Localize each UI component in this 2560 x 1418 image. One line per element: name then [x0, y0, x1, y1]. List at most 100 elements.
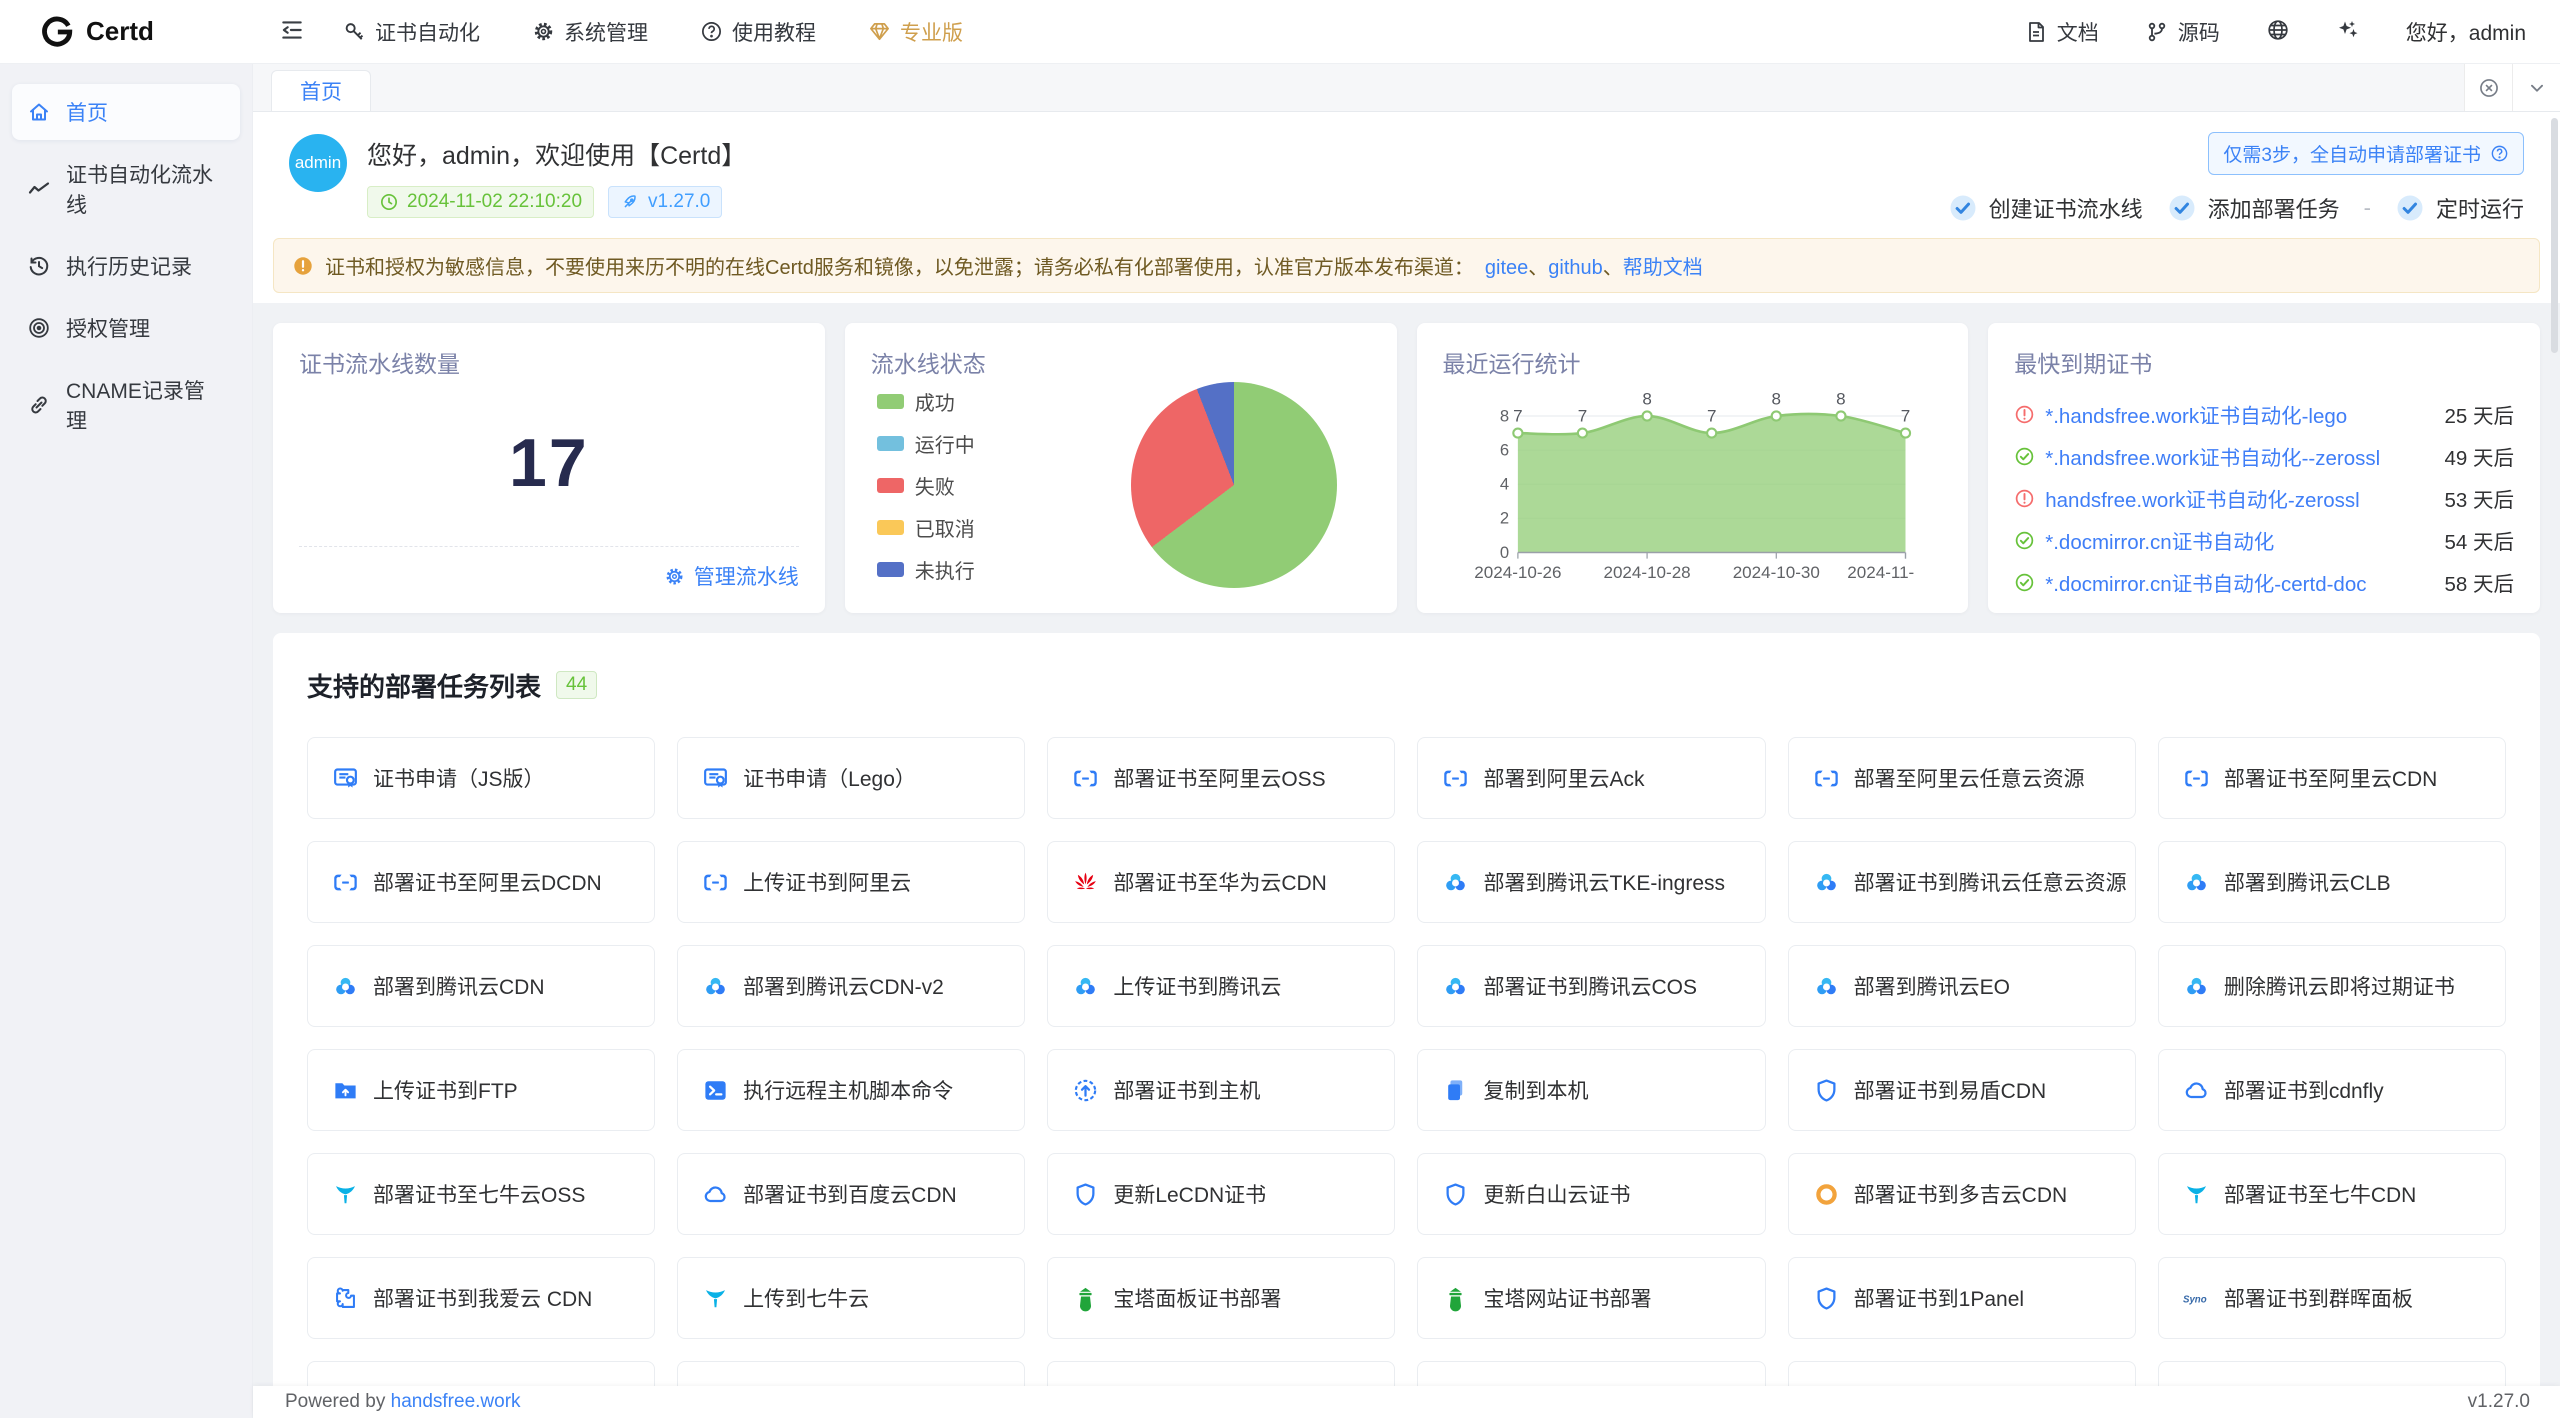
task-card[interactable]: 部署证书到腾讯云COS [1417, 945, 1765, 1027]
aliyun-icon [1813, 765, 1840, 792]
terminal-icon [702, 1077, 729, 1104]
svg-text:7: 7 [1577, 407, 1586, 426]
tencent-icon [1813, 869, 1840, 896]
manage-pipelines-link[interactable]: 管理流水线 [664, 561, 799, 591]
task-card[interactable]: 部署证书至阿里云DCDN [307, 841, 655, 923]
nav-item-pro[interactable]: 专业版 [868, 17, 963, 47]
task-card[interactable]: 部署证书到我爱云 CDN [307, 1257, 655, 1339]
top-link-branch[interactable]: 源码 [2145, 17, 2220, 47]
task-card[interactable]: 部署到腾讯云EO [1788, 945, 2136, 1027]
task-card[interactable]: 部署到阿里云Ack [1417, 737, 1765, 819]
sparkles-button[interactable] [2336, 18, 2360, 45]
alert-link-github[interactable]: github [1548, 257, 1603, 279]
task-card[interactable]: 部署证书到腾讯云任意云资源 [1788, 841, 2136, 923]
task-card[interactable]: 部署证书至七牛云OSS [307, 1153, 655, 1235]
task-card[interactable]: 上传证书到腾讯云 [1047, 945, 1395, 1027]
sidebar-item-trend[interactable]: 证书自动化流水线 [12, 146, 240, 232]
tab-menu-button[interactable] [2512, 64, 2560, 111]
sidebar-item-history[interactable]: 执行历史记录 [12, 238, 240, 294]
task-card[interactable]: 部署证书到1Panel [1788, 1257, 2136, 1339]
task-card[interactable]: 删除腾讯云即将过期证书 [2158, 945, 2506, 1027]
tab-home[interactable]: 首页 [271, 70, 371, 111]
task-card[interactable]: 部署到腾讯云CDN-v2 [677, 945, 1025, 1027]
task-card[interactable]: 宝塔网站证书部署 [1417, 1257, 1765, 1339]
certd-app: Certd 证书自动化系统管理使用教程专业版 文档源码您好，admin 首页证书… [0, 0, 2560, 1418]
task-card[interactable]: 部署到腾讯云CDN [307, 945, 655, 1027]
nav-item-label: 专业版 [900, 17, 963, 47]
sidebar-item-link[interactable]: CNAME记录管理 [12, 362, 240, 448]
cloud-icon [702, 1181, 729, 1208]
task-card[interactable]: 上传证书到阿里云 [677, 841, 1025, 923]
task-card[interactable]: 部署证书至华为云CDN [1047, 841, 1395, 923]
collapse-menu-icon [279, 17, 305, 43]
brand[interactable]: Certd [0, 15, 253, 49]
task-card[interactable]: 上传到七牛云 [677, 1257, 1025, 1339]
task-card[interactable]: Syno部署证书到群晖面板 [2158, 1257, 2506, 1339]
expiring-cert-link[interactable]: *.docmirror.cn证书自动化-certd-doc [2045, 567, 2426, 597]
auto-deploy-steps-button[interactable]: 仅需3步，全自动申请部署证书 [2208, 132, 2524, 175]
expiring-cert-link[interactable]: *.docmirror.cn证书自动化 [2045, 525, 2426, 555]
check-circle-icon [2167, 193, 2197, 223]
aliyun-icon [1072, 765, 1099, 792]
handsfree-link[interactable]: handsfree.work [391, 1391, 521, 1412]
sidebar-item-target[interactable]: 授权管理 [12, 300, 240, 356]
legend-item-0[interactable]: 成功 [877, 387, 975, 416]
task-card[interactable]: 上传证书到FTP [307, 1049, 655, 1131]
task-card[interactable]: 部署证书到多吉云CDN [1788, 1153, 2136, 1235]
task-card-label: 宝塔网站证书部署 [1483, 1283, 1659, 1313]
nav-item-gear[interactable]: 系统管理 [532, 17, 648, 47]
expiring-cert-days: 25 天后 [2445, 399, 2515, 429]
nav-item-label: 使用教程 [732, 17, 816, 47]
sidebar-item-home[interactable]: 首页 [12, 84, 240, 140]
task-card[interactable]: 部署证书到百度云CDN [677, 1153, 1025, 1235]
legend-item-4[interactable]: 未执行 [877, 555, 975, 584]
task-card[interactable]: 部署证书到cdnfly [2158, 1049, 2506, 1131]
task-card[interactable]: 执行远程主机脚本命令 [677, 1049, 1025, 1131]
expiring-cert-link[interactable]: *.handsfree.work证书自动化-lego [2045, 399, 2426, 429]
clock-icon [379, 192, 399, 212]
task-card[interactable]: 更新白山云证书 [1417, 1153, 1765, 1235]
sidebar-collapse-button[interactable] [279, 17, 305, 46]
link-icon [27, 393, 51, 417]
nav-item-question[interactable]: 使用教程 [700, 17, 816, 47]
nav-item-key[interactable]: 证书自动化 [343, 17, 480, 47]
task-card[interactable]: 部署证书至阿里云OSS [1047, 737, 1395, 819]
task-card[interactable]: 更新LeCDN证书 [1047, 1153, 1395, 1235]
legend-swatch [877, 436, 904, 451]
task-card[interactable]: 部署证书到易盾CDN [1788, 1049, 2136, 1131]
task-card[interactable]: 部署证书到主机 [1047, 1049, 1395, 1131]
scrollbar-thumb[interactable] [2551, 118, 2558, 353]
task-card[interactable]: 复制到本机 [1417, 1049, 1765, 1131]
globe-button[interactable] [2266, 18, 2290, 45]
legend-label: 运行中 [915, 429, 975, 458]
legend-item-3[interactable]: 已取消 [877, 513, 975, 542]
trend-icon [27, 177, 51, 201]
task-card[interactable]: 部署证书至七牛CDN [2158, 1153, 2506, 1235]
task-card-label: 上传证书到FTP [373, 1075, 526, 1105]
pipeline-status-pie-chart [1131, 382, 1337, 588]
legend-item-1[interactable]: 运行中 [877, 429, 975, 458]
expiring-cert-days: 49 天后 [2445, 441, 2515, 471]
expiring-cert-days: 58 天后 [2445, 567, 2515, 597]
alert-link-帮助文档[interactable]: 帮助文档 [1623, 257, 1703, 279]
svg-text:4: 4 [1499, 475, 1508, 494]
alert-link-gitee[interactable]: gitee [1485, 257, 1528, 279]
task-card-label: 部署证书到1Panel [1854, 1283, 2032, 1313]
expiring-cert-link[interactable]: *.handsfree.work证书自动化--zerossl [2045, 441, 2426, 471]
top-link-doc[interactable]: 文档 [2024, 17, 2099, 47]
expiring-cert-link[interactable]: handsfree.work证书自动化-zerossl [2045, 483, 2426, 513]
task-card-label: 部署到腾讯云EO [1854, 971, 2018, 1001]
ok-circle-icon [2014, 530, 2035, 551]
task-card[interactable]: 证书申请（JS版） [307, 737, 655, 819]
legend-item-2[interactable]: 失败 [877, 471, 975, 500]
task-card[interactable]: 部署到腾讯云CLB [2158, 841, 2506, 923]
task-card[interactable]: 部署到腾讯云TKE-ingress [1417, 841, 1765, 923]
task-card[interactable]: 宝塔面板证书部署 [1047, 1257, 1395, 1339]
tab-close-all-button[interactable] [2464, 64, 2512, 111]
task-card[interactable]: 部署证书至阿里云CDN [2158, 737, 2506, 819]
warn-circle-icon [2014, 488, 2035, 509]
task-card[interactable]: 部署至阿里云任意云资源 [1788, 737, 2136, 819]
task-card[interactable]: 证书申请（Lego） [677, 737, 1025, 819]
task-card-label: 部署到腾讯云CLB [2224, 867, 2399, 897]
user-menu[interactable]: 您好，admin [2406, 17, 2526, 47]
